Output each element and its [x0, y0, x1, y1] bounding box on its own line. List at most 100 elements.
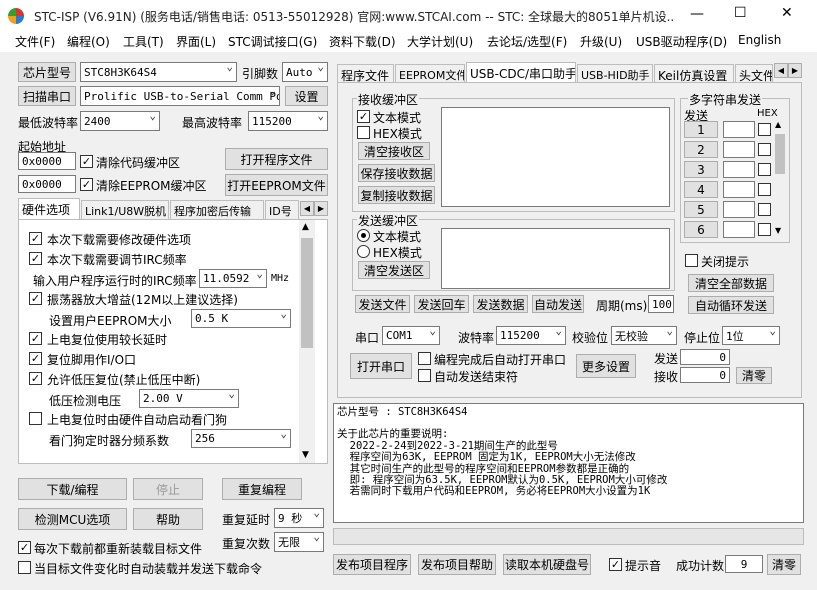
right-tab-left-icon[interactable]: ◀ [774, 63, 788, 78]
clear-all-button[interactable]: 清空全部数据 [688, 274, 774, 292]
send-data-button[interactable]: 发送数据 [473, 295, 528, 313]
code-address-input[interactable]: 0x0000 [18, 152, 76, 170]
opt-modify-hw-checkbox[interactable]: ✓ [29, 232, 42, 245]
reload-file-checkbox[interactable]: ✓ [18, 541, 31, 554]
menu-view[interactable]: 界面(L) [176, 33, 216, 50]
more-settings-button[interactable]: 更多设置 [576, 354, 636, 378]
irc-freq-select[interactable]: 11.0592 [199, 269, 267, 288]
close-icon[interactable]: ✕ [781, 5, 793, 21]
send-hex-radio[interactable] [357, 245, 370, 258]
chip-type-button[interactable]: 芯片型号 [18, 62, 76, 82]
close-tip-checkbox[interactable] [685, 254, 698, 267]
tab-eeprom-file[interactable]: EEPROM文件 [395, 64, 465, 82]
opt-watchdog-checkbox[interactable] [29, 412, 42, 425]
multi-send-button[interactable]: 3 [684, 161, 718, 178]
multi-send-input[interactable] [723, 121, 755, 138]
multi-send-input[interactable] [723, 141, 755, 158]
multi-hex-checkbox[interactable] [758, 123, 771, 136]
multi-send-button[interactable]: 5 [684, 201, 718, 218]
multi-send-input[interactable] [723, 201, 755, 218]
tab-encrypt[interactable]: 程序加密后传输 [170, 200, 264, 219]
tab-link1[interactable]: Link1/U8W脱机 [81, 200, 169, 219]
port-select[interactable]: Prolific USB-to-Serial Comm Po [80, 86, 280, 106]
menu-forum[interactable]: 去论坛/选型(F) [487, 33, 567, 50]
multi-hex-checkbox[interactable] [758, 183, 771, 196]
scroll-thumb[interactable] [301, 238, 313, 348]
send-textarea[interactable] [441, 228, 670, 289]
multi-hex-checkbox[interactable] [758, 163, 771, 176]
tab-program-file[interactable]: 程序文件 [337, 64, 394, 82]
max-baud-select[interactable]: 115200 [248, 111, 328, 131]
download-program-button[interactable]: 下载/编程 [18, 478, 127, 500]
opt-low-voltage-checkbox[interactable]: ✓ [29, 372, 42, 385]
multi-send-button[interactable]: 6 [684, 221, 718, 238]
recv-hex-checkbox[interactable] [357, 126, 370, 139]
multi-send-input[interactable] [723, 161, 755, 178]
parity-select[interactable]: 无校验 [611, 326, 677, 345]
save-receive-button[interactable]: 保存接收数据 [358, 164, 435, 182]
tab-serial-assistant[interactable]: USB-CDC/串口助手 [466, 62, 576, 82]
multi-scroll-down-icon[interactable]: ▼ [775, 226, 781, 235]
clear-code-checkbox[interactable]: ✓ [80, 155, 93, 168]
wdt-divider-select[interactable]: 256 [191, 429, 291, 448]
read-disk-button[interactable]: 读取本机硬盘号 [503, 554, 591, 575]
multi-scrollbar[interactable]: ▲ ▼ [773, 120, 787, 238]
send-return-button[interactable]: 发送回车 [414, 295, 469, 313]
opt-osc-gain-checkbox[interactable]: ✓ [29, 292, 42, 305]
help-button[interactable]: 帮助 [133, 508, 203, 530]
receive-textarea[interactable] [441, 107, 670, 207]
tab-hardware[interactable]: 硬件选项 [18, 198, 80, 219]
period-input[interactable]: 100 [648, 295, 674, 313]
sound-checkbox[interactable]: ✓ [609, 558, 622, 571]
maximize-icon[interactable]: ☐ [734, 5, 747, 21]
tab-header[interactable]: 头文件 [735, 64, 773, 82]
chip-type-select[interactable]: STC8H3K64S4 [80, 62, 237, 82]
clear-send-button[interactable]: 清空发送区 [358, 261, 430, 279]
stop-bits-select[interactable]: 1位 [722, 326, 780, 345]
menu-usb-driver[interactable]: USB驱动程序(D) [636, 33, 727, 50]
publish-help-button[interactable]: 发布项目帮助 [418, 554, 496, 575]
opt-reset-io-checkbox[interactable]: ✓ [29, 352, 42, 365]
opt-adjust-irc-checkbox[interactable]: ✓ [29, 252, 42, 265]
stop-button[interactable]: 停止 [133, 478, 203, 500]
repeat-program-button[interactable]: 重复编程 [222, 478, 302, 500]
clear-eeprom-checkbox[interactable]: ✓ [80, 178, 93, 191]
lv-detect-select[interactable]: 2.00 V [139, 389, 239, 408]
multi-send-input[interactable] [723, 181, 755, 198]
eeprom-size-select[interactable]: 0.5 K [191, 309, 291, 328]
reset-counter-button[interactable]: 清零 [736, 367, 772, 384]
serial-port-select[interactable]: COM1 [382, 326, 440, 345]
scroll-up-icon[interactable]: ▲ [302, 222, 309, 232]
tab-left-arrow-icon[interactable]: ◀ [300, 201, 314, 216]
pin-count-select[interactable]: Auto [282, 62, 328, 82]
check-mcu-button[interactable]: 检测MCU选项 [18, 508, 127, 530]
recv-text-checkbox[interactable]: ✓ [357, 110, 370, 123]
opt-long-delay-checkbox[interactable]: ✓ [29, 332, 42, 345]
multi-send-button[interactable]: 2 [684, 141, 718, 158]
open-port-button[interactable]: 打开串口 [350, 353, 412, 379]
multi-hex-checkbox[interactable] [758, 143, 771, 156]
right-tab-right-icon[interactable]: ▶ [788, 63, 802, 78]
scroll-down-icon[interactable]: ▼ [302, 450, 309, 460]
repeat-count-select[interactable]: 无限 [274, 532, 324, 552]
multi-scroll-thumb[interactable] [775, 134, 785, 174]
send-file-button[interactable]: 发送文件 [355, 295, 410, 313]
open-eeprom-button[interactable]: 打开EEPROM文件 [225, 174, 328, 196]
multi-scroll-up-icon[interactable]: ▲ [775, 120, 781, 129]
multi-hex-checkbox[interactable] [758, 203, 771, 216]
auto-load-checkbox[interactable] [18, 561, 31, 574]
send-text-radio[interactable] [357, 229, 370, 242]
menu-tools[interactable]: 工具(T) [123, 33, 164, 50]
menu-file[interactable]: 文件(F) [15, 33, 55, 50]
tab-id[interactable]: ID号 [265, 200, 299, 219]
menu-university[interactable]: 大学计划(U) [407, 33, 473, 50]
menu-download[interactable]: 资料下载(D) [329, 33, 396, 50]
clear-receive-button[interactable]: 清空接收区 [358, 142, 430, 160]
baud-rate-select[interactable]: 115200 [496, 326, 566, 345]
auto-open-port-checkbox[interactable] [418, 352, 431, 365]
auto-loop-button[interactable]: 自动循环发送 [688, 296, 774, 314]
auto-end-checkbox[interactable] [418, 369, 431, 382]
port-settings-button[interactable]: 设置 [285, 86, 328, 106]
menu-upgrade[interactable]: 升级(U) [580, 33, 622, 50]
multi-send-button[interactable]: 4 [684, 181, 718, 198]
